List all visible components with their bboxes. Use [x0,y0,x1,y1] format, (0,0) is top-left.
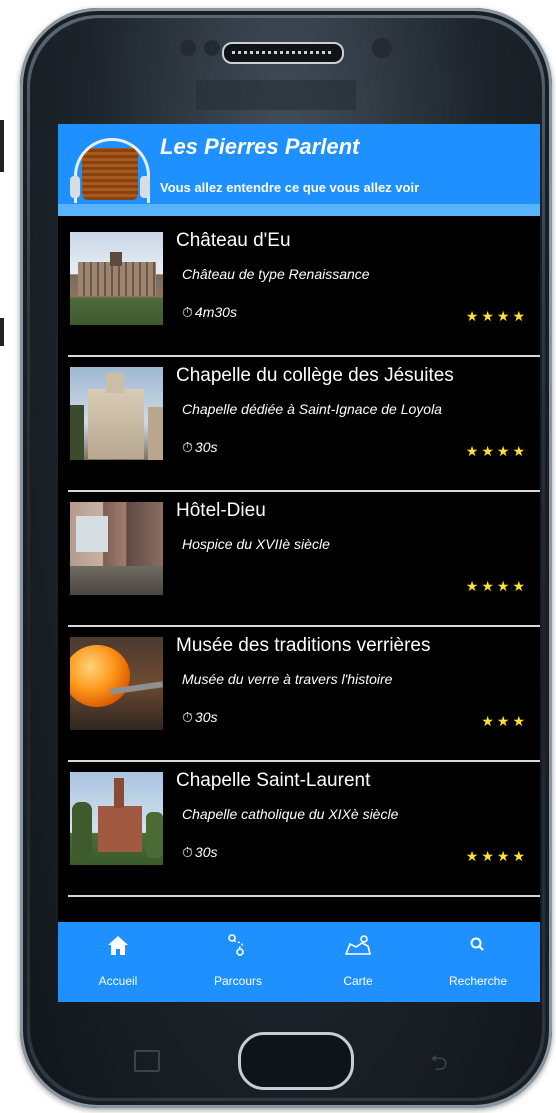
item-duration: ⏱ 4m30s [182,304,237,320]
rating-stars: ★★★★ [465,308,528,324]
front-camera-area [196,80,356,110]
list-item[interactable]: Musée des traditions verrières Musée du … [58,627,540,762]
item-title: Château d'Eu [176,230,291,251]
app-subtitle: Vous allez entendre ce que vous allez vo… [160,180,420,195]
hotel-dieu-photo [70,502,163,595]
list-item[interactable]: Chapelle Saint-Laurent Chapelle catholiq… [58,762,540,897]
item-title: Chapelle du collège des Jésuites [176,365,454,386]
item-duration: ⏱ 30s [182,439,218,455]
timer-icon: ⏱ [182,304,193,320]
list-item[interactable]: Château d'Eu Château de type Renaissance… [58,222,540,357]
list-item[interactable]: Chapelle du collège des Jésuites Chapell… [58,357,540,492]
camera-icon [372,38,392,58]
app-header: Les Pierres Parlent Vous allez entendre … [58,124,540,204]
nav-label: Accueil [98,974,138,988]
sensor-icon [180,40,196,56]
item-description: Musée du verre à travers l'histoire [182,671,393,687]
nav-label: Recherche [448,974,508,988]
item-description: Château de type Renaissance [182,266,370,282]
places-list: Château d'Eu Château de type Renaissance… [58,222,540,897]
back-icon[interactable]: ⮌ [430,1046,460,1075]
timer-icon: ⏱ [182,709,193,725]
item-duration: ⏱ 30s [182,844,218,860]
item-title: Musée des traditions verrières [176,635,431,656]
nav-label: Parcours [213,974,263,988]
earpiece-speaker [222,42,344,64]
divider [68,895,540,897]
app-logo [70,132,150,203]
route-icon [228,934,244,956]
nav-carte[interactable]: Carte [298,922,418,1002]
home-button[interactable] [238,1032,354,1090]
item-description: Chapelle catholique du XIXè siècle [182,806,399,822]
item-title: Chapelle Saint-Laurent [176,770,371,791]
headphones-icon [74,138,150,203]
item-title: Hôtel-Dieu [176,500,266,521]
home-icon [108,936,128,955]
rating-stars: ★★★ [481,713,528,729]
timer-icon: ⏱ [182,844,193,860]
page-edge-mark [0,318,4,346]
app-title: Les Pierres Parlent [160,134,360,159]
rating-stars: ★★★★ [465,443,528,459]
nav-label: Carte [343,974,373,988]
page-edge-mark [0,120,4,172]
bottom-navigation: Accueil Parcours Carte Recherche [58,922,540,1002]
search-icon [470,937,484,951]
nav-accueil[interactable]: Accueil [58,922,178,1002]
chapel-jesuits-photo [70,367,163,460]
rating-stars: ★★★★ [465,848,528,864]
nav-recherche[interactable]: Recherche [418,922,538,1002]
chapel-saint-laurent-photo [70,772,163,865]
chateau-photo [70,232,163,325]
map-icon [344,935,372,955]
item-description: Chapelle dédiée à Saint-Ignace de Loyola [182,401,442,417]
glass-museum-photo [70,637,163,730]
rating-stars: ★★★★ [465,578,528,594]
nav-parcours[interactable]: Parcours [178,922,298,1002]
item-duration: ⏱ 30s [182,709,218,725]
timer-icon: ⏱ [182,439,193,455]
item-description: Hospice du XVIIè siècle [182,536,330,552]
app-screen: Les Pierres Parlent Vous allez entendre … [58,124,540,1002]
page: Les Pierres Parlent Vous allez entendre … [0,0,556,1113]
recents-button[interactable] [134,1050,160,1072]
list-item[interactable]: Hôtel-Dieu Hospice du XVIIè siècle ★★★★ [58,492,540,627]
header-divider [58,204,540,216]
sensor-icon [204,40,220,56]
